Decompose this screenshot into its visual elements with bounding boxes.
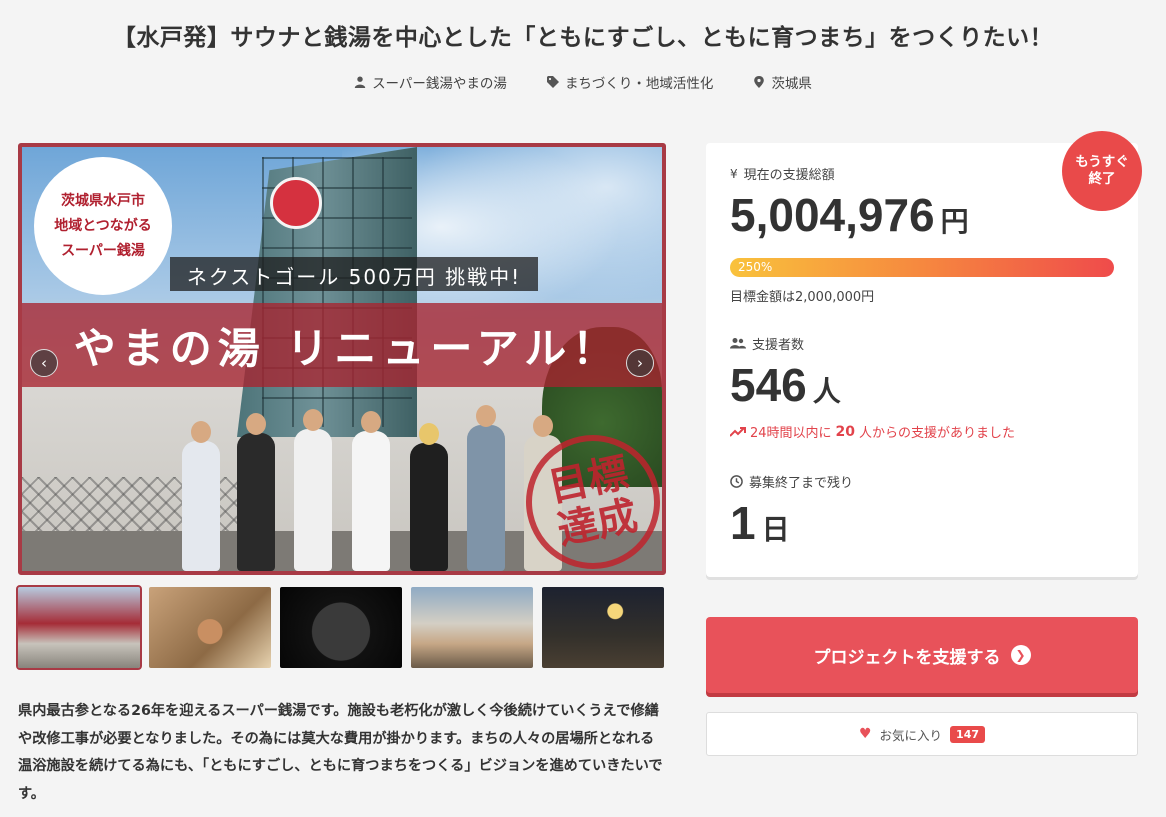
remaining-value: 1日 (730, 496, 790, 550)
thumb-renewal-banner[interactable] (16, 585, 142, 670)
tag-icon (546, 76, 559, 88)
badge-line: 茨城県水戸市 (61, 192, 145, 209)
funding-progress-bar (730, 258, 1114, 277)
hero-band-text: やまの湯 リニューアル！ (73, 324, 621, 373)
category-name: まちづくり・地域活性化 (564, 76, 714, 92)
location-name: 茨城県 (771, 76, 812, 92)
thumb-night-event[interactable] (542, 587, 664, 668)
supporters-unit: 人 (812, 376, 841, 407)
progress-percent: 250% (738, 260, 773, 274)
person (294, 409, 332, 571)
category-link[interactable]: まちづくり・地域活性化 (546, 72, 714, 92)
carousel-next-button[interactable]: › (626, 349, 654, 377)
owner-link[interactable]: スーパー銭湯やまの湯 (354, 72, 507, 92)
trend-suffix: 人からの支援がありました (859, 426, 1016, 441)
map-pin-icon (754, 76, 765, 88)
remaining-label-text: 募集終了まで残り (749, 476, 854, 491)
trend-prefix: 24時間以内に (750, 426, 832, 441)
project-meta: スーパー銭湯やまの湯 まちづくり・地域活性化 茨城県 (0, 72, 1166, 92)
hero-image[interactable]: やまの湯 リニューアル！ ネクストゴール 500万円 挑戦中! 茨城県水戸市 地… (18, 143, 666, 575)
ending-soon-badge: もうすぐ 終了 (1062, 131, 1142, 211)
hero-circle-badge: 茨城県水戸市 地域とつながる スーパー銭湯 (34, 157, 172, 295)
amount-unit: 円 (940, 206, 969, 237)
amount-label: ¥ 現在の支援総額 (730, 164, 835, 184)
badge-line: 地域とつながる (54, 217, 152, 234)
supporters-number: 546 (730, 359, 807, 411)
trend-count: 20 (835, 423, 856, 440)
amount-label-text: 現在の支援総額 (743, 168, 835, 183)
remaining-unit: 日 (761, 514, 790, 545)
remaining-label: 募集終了まで残り (730, 472, 853, 491)
recent-support-trend: 24時間以内に 20 人からの支援がありました (730, 422, 1015, 441)
thumb-sauna-stones[interactable] (280, 587, 402, 668)
badge-line: スーパー銭湯 (61, 242, 145, 259)
person (410, 423, 448, 571)
bathhouse-logo (270, 177, 322, 229)
support-project-button[interactable]: プロジェクトを支援する ❯ (706, 617, 1138, 693)
supporters-label: 支援者数 (730, 334, 804, 353)
progress-fill (730, 258, 1114, 277)
badge-line: もうすぐ (1075, 154, 1129, 170)
hero-goal-text: ネクストゴール 500万円 挑戦中! (186, 265, 522, 289)
person (182, 421, 220, 571)
chevron-left-icon: ‹ (41, 354, 47, 372)
project-title: 【水戸発】サウナと銭湯を中心とした「ともにすごし、ともに育つまち」をつくりたい！ (112, 25, 1054, 51)
support-button-label: プロジェクトを支援する (813, 647, 1001, 668)
thumb-owner-portrait[interactable] (149, 587, 271, 668)
users-icon (730, 338, 746, 349)
hero-people (182, 401, 572, 571)
user-icon (354, 76, 366, 88)
heart-icon: ♥ (858, 726, 872, 742)
chevron-right-circle-icon: ❯ (1010, 645, 1031, 665)
clock-icon (730, 475, 743, 488)
supporters-value: 546 人 (730, 358, 841, 412)
owner-name: スーパー銭湯やまの湯 (372, 76, 507, 92)
person (352, 411, 390, 571)
goal-amount: 目標金額は2,000,000円 (730, 290, 875, 305)
amount-number: 5,004,976 (730, 189, 935, 241)
location-link[interactable]: 茨城県 (753, 72, 812, 92)
thumb-meeting[interactable] (411, 587, 533, 668)
thumbnail-strip (16, 585, 666, 670)
remaining-number: 1 (730, 497, 756, 549)
favorite-button[interactable]: ♥ お気に入り 147 (706, 712, 1138, 756)
project-description: 県内最古参となる26年を迎えるスーパー銭湯です。施設も老朽化が激しく今後続けてい… (18, 703, 663, 802)
person (467, 405, 505, 571)
favorite-count-badge: 147 (950, 725, 986, 743)
person (237, 413, 275, 571)
carousel-prev-button[interactable]: ‹ (30, 349, 58, 377)
yen-icon: ¥ (730, 166, 738, 181)
amount-value: 5,004,976 円 (730, 188, 969, 242)
supporters-label-text: 支援者数 (752, 338, 805, 353)
trending-up-icon (730, 426, 746, 437)
favorite-label: お気に入り (879, 727, 943, 743)
badge-line: 終了 (1088, 171, 1116, 187)
chevron-right-icon: › (637, 354, 643, 372)
